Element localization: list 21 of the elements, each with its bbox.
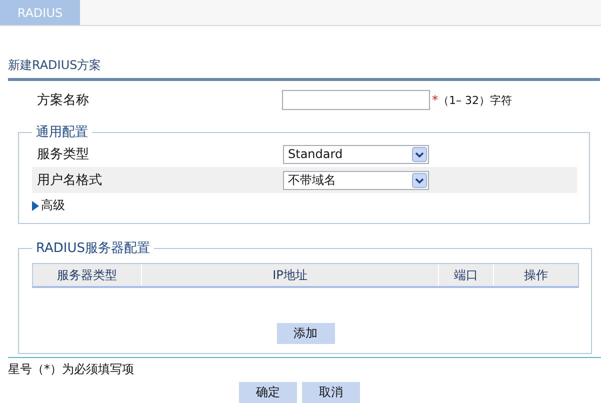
group-title: 通用配置 bbox=[35, 124, 89, 141]
dialog-button[interactable]: 取消 bbox=[302, 382, 360, 403]
expand-arrow-icon[interactable] bbox=[32, 200, 39, 210]
advanced-link[interactable]: 高级 bbox=[41, 197, 65, 214]
required-mark: * bbox=[432, 93, 438, 107]
column-header: 操作 bbox=[523, 266, 549, 284]
column-header: 服务器类型 bbox=[33, 264, 142, 286]
field-label: 方案名称 bbox=[36, 92, 90, 109]
footnote: 星号（*）为必须填写项 bbox=[8, 361, 135, 378]
section-title: 新建RADIUS方案 bbox=[8, 57, 600, 81]
field-label: 服务类型 bbox=[37, 146, 90, 163]
hint-text: （1– 32）字符 bbox=[438, 92, 512, 108]
field-label: 用户名格式 bbox=[37, 172, 103, 189]
column-header: IP地址 bbox=[142, 264, 439, 286]
dialog-button[interactable]: 确定 bbox=[239, 382, 297, 403]
group-title: RADIUS服务器配置 bbox=[35, 240, 152, 257]
input-field[interactable] bbox=[282, 90, 430, 110]
add-button[interactable]: 添加 bbox=[276, 323, 334, 344]
column-header: 端口 bbox=[439, 264, 494, 286]
dropdown[interactable]: 不带域名 bbox=[283, 170, 429, 190]
dropdown[interactable]: Standard bbox=[283, 144, 429, 164]
